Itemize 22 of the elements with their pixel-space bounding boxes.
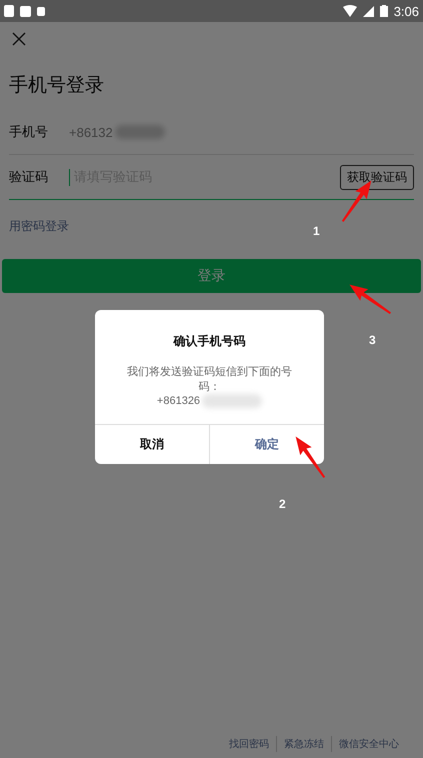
page-title: 手机号登录 [9, 73, 105, 98]
get-code-button[interactable]: 获取验证码 [340, 164, 414, 190]
annotation-number: 1 [313, 224, 320, 238]
dialog-title: 确认手机号码 [174, 333, 246, 350]
phone-number: +86132 [69, 124, 113, 140]
wifi-icon [342, 5, 357, 17]
field-label: 验证码 [9, 169, 49, 186]
login-button[interactable]: 登录 [2, 259, 421, 293]
annotation-number: 2 [279, 497, 286, 511]
footer-link[interactable]: 微信安全中心 [332, 737, 406, 751]
footer-link[interactable]: 找回密码 [222, 737, 276, 751]
signal-icon [362, 6, 374, 16]
annotation-number: 3 [369, 333, 376, 347]
footer-link[interactable]: 紧急冻结 [277, 737, 331, 751]
password-login-link[interactable]: 用密码登录 [9, 218, 69, 235]
dialog-button[interactable]: 取消 [95, 425, 209, 464]
phone-number: +861326 [156, 395, 200, 407]
battery-icon [380, 5, 388, 17]
field-label: 手机号 [9, 124, 49, 141]
close-icon[interactable] [12, 32, 26, 46]
clock: 3:06 [394, 4, 419, 18]
dialog-message: 我们将发送验证码短信到下面的号码： [126, 364, 293, 394]
